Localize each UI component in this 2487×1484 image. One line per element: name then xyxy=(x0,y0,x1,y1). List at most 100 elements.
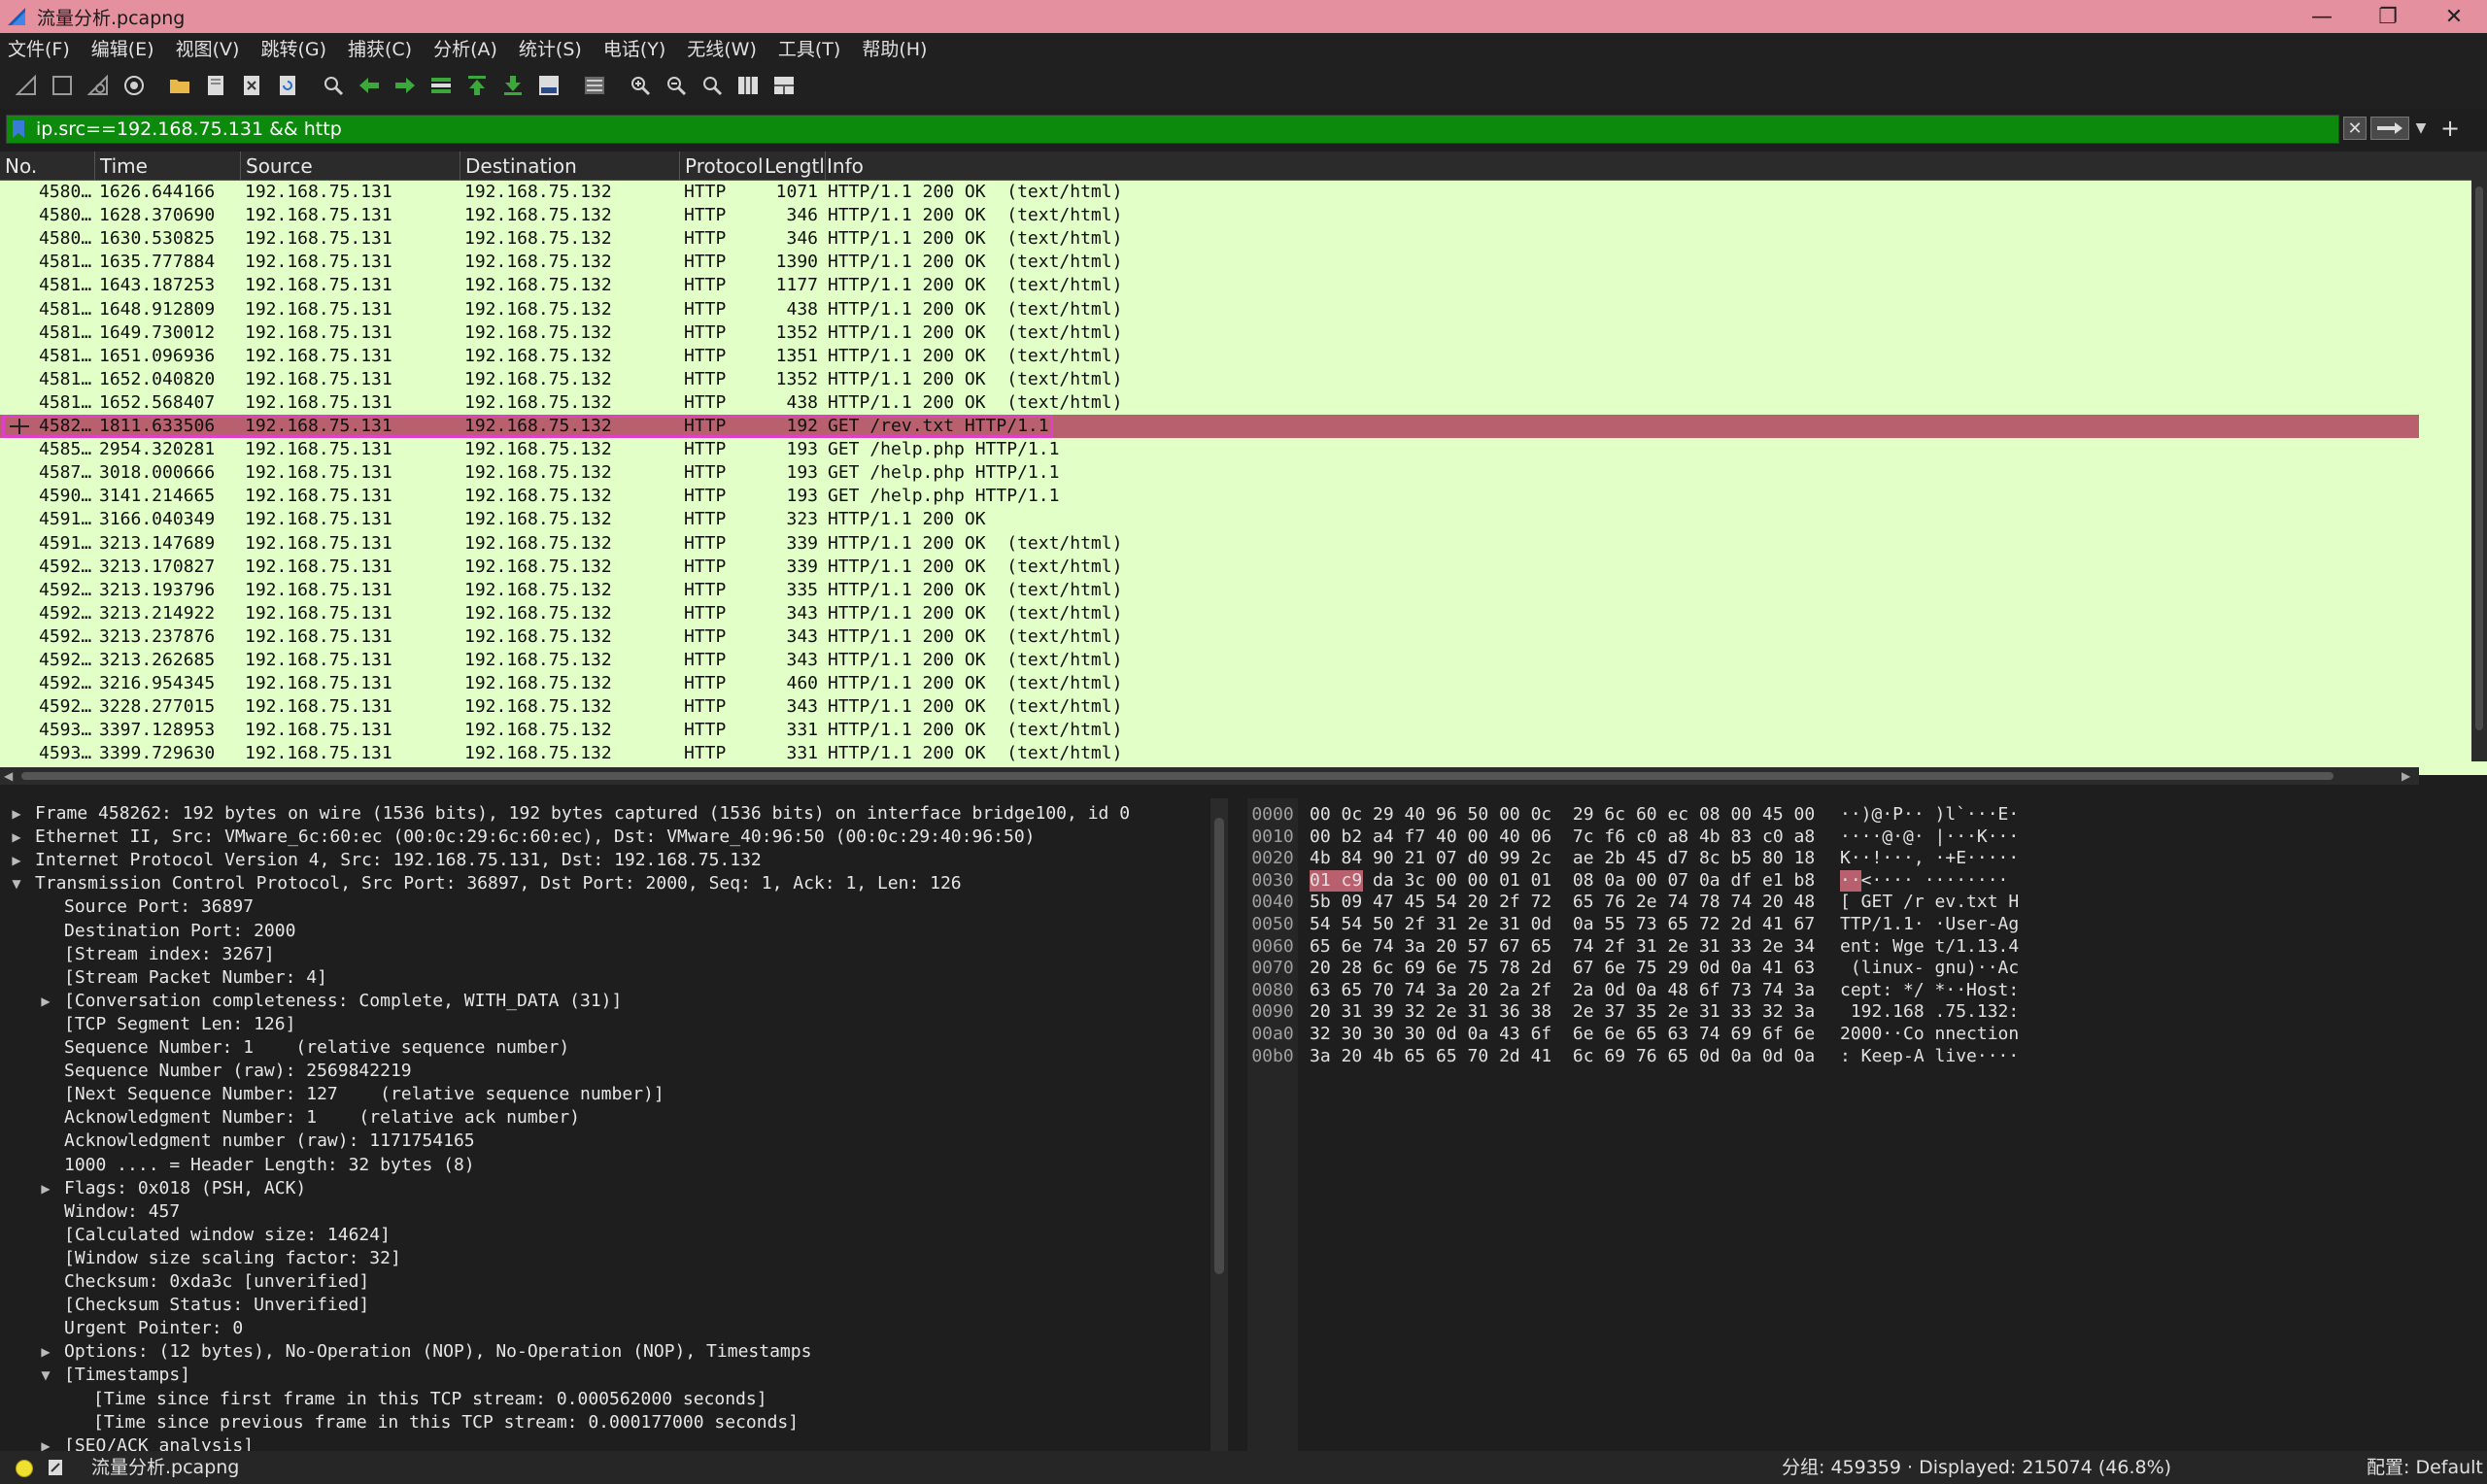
apply-filter-button[interactable] xyxy=(2370,117,2409,140)
maximize-button[interactable]: ❐ xyxy=(2355,0,2421,33)
detail-tree-item[interactable]: [Next Sequence Number: 127 (relative seq… xyxy=(64,1083,664,1106)
byte-hex[interactable]: 63 65 70 74 3a 20 2a 2f 2a 0d 0a 48 6f 7… xyxy=(1310,980,1815,1001)
menu-analyze[interactable]: 分析(A) xyxy=(433,35,497,61)
detail-tree-item[interactable]: Acknowledgment Number: 1 (relative ack n… xyxy=(64,1106,580,1130)
close-button[interactable]: ✕ xyxy=(2421,0,2487,33)
byte-hex[interactable]: 3a 20 4b 65 65 70 2d 41 6c 69 76 65 0d 0… xyxy=(1310,1046,1815,1067)
byte-hex[interactable]: 54 54 50 2f 31 2e 31 0d 0a 55 73 65 72 2… xyxy=(1310,914,1815,935)
go-last-icon[interactable] xyxy=(498,71,528,100)
status-profile[interactable]: 配置: Default xyxy=(2367,1451,2483,1484)
packet-row[interactable]: 4593… 3397.128953 192.168.75.131 192.168.75… xyxy=(0,719,2419,742)
column-destination[interactable]: Destination xyxy=(460,152,680,181)
detail-tree-item[interactable]: [Conversation completeness: Complete, WI… xyxy=(64,990,622,1013)
menu-go[interactable]: 跳转(G) xyxy=(260,35,326,61)
zoom-in-icon[interactable] xyxy=(626,71,655,100)
detail-tree-item[interactable]: Source Port: 36897 xyxy=(64,895,254,919)
packet-row[interactable]: 4581… 1635.777884 192.168.75.131 192.168.75… xyxy=(0,251,2419,274)
detail-tree-item[interactable]: [Stream index: 3267] xyxy=(64,943,275,966)
tree-collapsed-icon[interactable]: ▶ xyxy=(37,990,54,1013)
packet-row[interactable]: 4592… 3228.277015 192.168.75.131 192.168.75… xyxy=(0,695,2419,719)
packet-row[interactable]: 4591… 3213.147689 192.168.75.131 192.168.75… xyxy=(0,532,2419,556)
save-file-icon[interactable] xyxy=(201,71,230,100)
byte-hex[interactable]: 32 30 30 30 0d 0a 43 6f 6e 6e 65 63 74 6… xyxy=(1310,1024,1815,1045)
details-vertical-scrollbar[interactable] xyxy=(1210,798,1228,1451)
byte-hex[interactable]: 20 31 39 32 2e 31 36 38 2e 37 35 2e 31 3… xyxy=(1310,1001,1815,1023)
menu-help[interactable]: 帮助(H) xyxy=(862,35,927,61)
detail-tree-item[interactable]: Urgent Pointer: 0 xyxy=(64,1317,243,1340)
packet-row[interactable]: 4592… 3216.954345 192.168.75.131 192.168.75… xyxy=(0,672,2419,695)
packet-row[interactable]: 4581… 1652.568407 192.168.75.131 192.168.75… xyxy=(0,391,2419,415)
zoom-normal-icon[interactable] xyxy=(698,71,727,100)
tree-collapsed-icon[interactable]: ▶ xyxy=(37,1177,54,1200)
reload-file-icon[interactable] xyxy=(273,71,302,100)
byte-ascii[interactable]: : Keep-A live···· xyxy=(1840,1046,2019,1067)
find-packet-icon[interactable] xyxy=(319,71,348,100)
pane-splitter-vertical[interactable] xyxy=(1228,798,1247,1451)
byte-ascii[interactable]: cept: */ *··Host: xyxy=(1840,980,2019,1001)
scroll-left-icon[interactable]: ◀ xyxy=(4,769,13,783)
detail-tree-item[interactable]: [Window size scaling factor: 32] xyxy=(64,1247,401,1270)
tree-collapsed-icon[interactable]: ▶ xyxy=(37,1340,54,1364)
capture-options-icon[interactable] xyxy=(119,71,149,100)
column-time[interactable]: Time xyxy=(95,152,241,181)
byte-ascii[interactable]: TTP/1.1· ·User-Ag xyxy=(1840,914,2019,935)
byte-ascii[interactable]: ··)@·P·· )l`···E· xyxy=(1840,804,2019,826)
byte-hex[interactable]: 5b 09 47 45 54 20 2f 72 65 76 2e 74 78 7… xyxy=(1310,892,1815,913)
resize-columns-icon[interactable] xyxy=(733,71,763,100)
scrollbar-thumb[interactable] xyxy=(21,772,2334,780)
zoom-out-icon[interactable] xyxy=(662,71,691,100)
detail-tree-item[interactable]: [SEQ/ACK analysis] xyxy=(64,1434,254,1451)
go-forward-icon[interactable] xyxy=(391,71,420,100)
menu-view[interactable]: 视图(V) xyxy=(176,35,240,61)
menu-statistics[interactable]: 统计(S) xyxy=(519,35,582,61)
detail-tree-item[interactable]: [Timestamps] xyxy=(64,1364,190,1387)
packet-list-horizontal-scrollbar[interactable]: ◀ ▶ xyxy=(0,767,2419,785)
detail-tree-item[interactable]: Internet Protocol Version 4, Src: 192.16… xyxy=(35,849,762,872)
tree-collapsed-icon[interactable]: ▶ xyxy=(8,826,25,849)
tree-collapsed-icon[interactable]: ▶ xyxy=(8,802,25,826)
detail-tree-item[interactable]: [Time since previous frame in this TCP s… xyxy=(93,1411,799,1434)
packet-row[interactable]: 4580… 1630.530825 192.168.75.131 192.168.75… xyxy=(0,227,2419,251)
menu-wireless[interactable]: 无线(W) xyxy=(687,35,757,61)
tree-expanded-icon[interactable]: ▼ xyxy=(8,872,25,895)
detail-tree-item[interactable]: Frame 458262: 192 bytes on wire (1536 bi… xyxy=(35,802,1130,826)
stop-capture-icon[interactable] xyxy=(48,71,77,100)
detail-tree-item[interactable]: [Checksum Status: Unverified] xyxy=(64,1294,369,1317)
go-back-icon[interactable] xyxy=(355,71,384,100)
packet-row[interactable]: 4580… 1628.370690 192.168.75.131 192.168.75… xyxy=(0,204,2419,227)
scroll-right-icon[interactable]: ▶ xyxy=(2402,769,2410,783)
detail-tree-item[interactable]: [Time since first frame in this TCP stre… xyxy=(93,1388,767,1411)
packet-row[interactable]: 4592… 3213.237876 192.168.75.131 192.168.75… xyxy=(0,625,2419,649)
shark-fin-start-icon[interactable] xyxy=(12,71,41,100)
menu-telephony[interactable]: 电话(Y) xyxy=(603,35,665,61)
packet-row[interactable]: 4581… 1643.187253 192.168.75.131 192.168.75… xyxy=(0,274,2419,297)
byte-ascii[interactable]: ··<···· ········ xyxy=(1840,870,2008,892)
display-filter-input-wrap[interactable]: ip.src==192.168.75.131 && http xyxy=(6,115,2339,144)
packet-row-selected[interactable]: 4582… 1811.633506 192.168.75.131 192.168.75… xyxy=(0,415,2419,438)
detail-tree-item[interactable]: Destination Port: 2000 xyxy=(64,920,295,943)
packet-row[interactable]: 4592… 3213.262685 192.168.75.131 192.168.75… xyxy=(0,649,2419,672)
byte-ascii[interactable]: ent: Wge t/1.13.4 xyxy=(1840,936,2019,958)
column-length[interactable]: Lengtl xyxy=(760,152,826,181)
column-source[interactable]: Source xyxy=(241,152,460,181)
packet-row[interactable]: 4593… 3399.729630 192.168.75.131 192.168.75… xyxy=(0,742,2419,761)
column-info[interactable]: Info xyxy=(822,152,2471,181)
tree-expanded-icon[interactable]: ▼ xyxy=(37,1364,54,1387)
colorize-icon[interactable] xyxy=(580,71,609,100)
packet-row[interactable]: 4590… 3141.214665 192.168.75.131 192.168.75… xyxy=(0,485,2419,508)
auto-scroll-icon[interactable] xyxy=(534,71,563,100)
detail-tree-item[interactable]: 1000 .... = Header Length: 32 bytes (8) xyxy=(64,1154,475,1177)
detail-tree-item[interactable]: [TCP Segment Len: 126] xyxy=(64,1013,295,1036)
pane-splitter-horizontal[interactable] xyxy=(0,789,2487,798)
byte-hex[interactable]: 20 28 6c 69 6e 75 78 2d 67 6e 75 29 0d 0… xyxy=(1310,958,1815,979)
add-filter-button[interactable]: + xyxy=(2438,115,2462,142)
open-file-icon[interactable] xyxy=(165,71,194,100)
byte-ascii[interactable]: (linux- gnu)··Ac xyxy=(1840,958,2019,979)
packet-row[interactable]: 4581… 1648.912809 192.168.75.131 192.168.75… xyxy=(0,298,2419,321)
detail-tree-item[interactable]: Transmission Control Protocol, Src Port:… xyxy=(35,872,962,895)
packet-row[interactable]: 4581… 1652.040820 192.168.75.131 192.168.75… xyxy=(0,368,2419,391)
bookmark-icon[interactable] xyxy=(11,119,26,139)
tree-collapsed-icon[interactable]: ▶ xyxy=(37,1434,54,1451)
packet-row[interactable]: 4591… 3166.040349 192.168.75.131 192.168.75… xyxy=(0,508,2419,531)
scrollbar-thumb[interactable] xyxy=(2475,186,2483,730)
